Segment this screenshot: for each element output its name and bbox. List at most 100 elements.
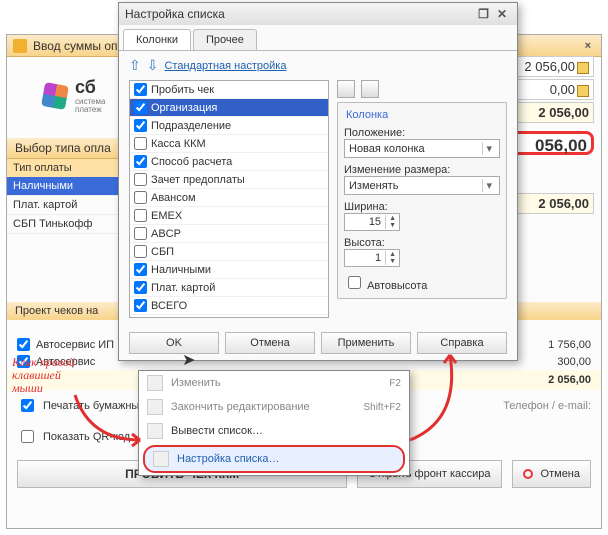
column-item[interactable]: Организация <box>130 99 328 117</box>
chevron-down-icon: ▾ <box>482 179 495 192</box>
column-checkbox[interactable] <box>134 299 147 312</box>
column-item[interactable]: Подразделение <box>130 117 328 135</box>
payment-row-card[interactable]: Плат. картой <box>7 196 127 215</box>
ok-button[interactable]: OK <box>129 332 219 354</box>
column-checkbox[interactable] <box>134 245 147 258</box>
chevron-down-icon: ▾ <box>482 142 495 155</box>
tab-columns[interactable]: Колонки <box>123 29 191 50</box>
dialog-titlebar: Настройка списка ❐ ✕ <box>119 3 517 25</box>
column-label: Пробить чек <box>151 84 214 96</box>
column-item[interactable]: Зачет предоплаты <box>130 171 328 189</box>
annotation-text: Клик правойклавишеймыши <box>12 356 75 396</box>
annotation-arrow-2 <box>400 350 480 450</box>
cancel-icon <box>523 469 533 479</box>
height-label: Высота: <box>344 237 500 249</box>
apply-button[interactable]: Применить <box>321 332 411 354</box>
column-settings-pane: Колонка Положение: Новая колонка▾ Измене… <box>337 80 507 318</box>
arrow-down-icon[interactable]: ⇩ <box>147 57 159 74</box>
menu-edit[interactable]: ИзменитьF2 <box>139 371 409 395</box>
position-select[interactable]: Новая колонка▾ <box>344 139 500 158</box>
paper-check-checkbox[interactable] <box>21 399 34 412</box>
width-input[interactable]: 15▲▼ <box>344 213 400 231</box>
app-icon <box>13 39 27 53</box>
column-item[interactable]: ВСЕГО <box>130 297 328 315</box>
standard-settings-link[interactable]: Стандартная настройка <box>164 60 286 72</box>
column-checkbox[interactable] <box>134 281 147 294</box>
column-item[interactable]: Наличными <box>130 261 328 279</box>
logo-text: сб система платеж <box>75 77 105 114</box>
column-label: Подразделение <box>151 120 231 132</box>
dialog-tabs: Колонки Прочее <box>119 25 517 51</box>
column-item[interactable]: Способ расчета <box>130 153 328 171</box>
context-menu: ИзменитьF2 Закончить редактированиеShift… <box>138 370 410 476</box>
sber-logo-icon <box>41 82 69 110</box>
column-item[interactable]: Касса ККМ <box>130 135 328 153</box>
column-item[interactable]: EMEX <box>130 207 328 225</box>
cancel-button[interactable]: Отмена <box>225 332 315 354</box>
project-check-1[interactable] <box>17 338 30 351</box>
column-label: Авансом <box>151 192 196 204</box>
menu-finish-edit[interactable]: Закончить редактированиеShift+F2 <box>139 395 409 419</box>
column-label: Способ расчета <box>151 156 232 168</box>
position-label: Положение: <box>344 127 500 139</box>
group-title: Колонка <box>344 109 390 121</box>
spin-down-icon[interactable]: ▼ <box>386 258 399 265</box>
close-icon[interactable]: ✕ <box>493 7 511 21</box>
calc-icon[interactable] <box>577 62 589 74</box>
resize-label: Изменение размера: <box>344 164 500 176</box>
column-checkbox[interactable] <box>134 119 147 132</box>
column-group: Колонка Положение: Новая колонка▾ Измене… <box>337 102 507 299</box>
column-checkbox[interactable] <box>134 137 147 150</box>
spin-up-icon[interactable]: ▲ <box>386 215 399 222</box>
spin-up-icon[interactable]: ▲ <box>386 251 399 258</box>
column-label: EMEX <box>151 210 182 222</box>
check-all-icon[interactable] <box>337 80 355 98</box>
tab-other[interactable]: Прочее <box>193 29 257 50</box>
column-checkbox[interactable] <box>134 209 147 222</box>
cancel-button[interactable]: Отмена <box>512 460 591 488</box>
columns-listbox[interactable]: Пробить чек Организация Подразделение Касса… <box>129 80 329 318</box>
payment-types-panel: Выбор типа опла Тип оплаты Наличными Пла… <box>7 138 127 234</box>
arrow-up-icon[interactable]: ⇧ <box>129 57 141 74</box>
column-label: Плат. картой <box>151 282 215 294</box>
payment-row-sbp[interactable]: СБП Тинькофф <box>7 215 127 234</box>
width-label: Ширина: <box>344 201 500 213</box>
payment-row-cash[interactable]: Наличными <box>7 177 127 196</box>
column-checkbox[interactable] <box>134 173 147 186</box>
column-label: ВСЕГО <box>151 300 187 312</box>
menu-list-settings[interactable]: Настройка списка… <box>143 445 405 473</box>
column-checkbox[interactable] <box>134 101 147 114</box>
spin-down-icon[interactable]: ▼ <box>386 222 399 229</box>
column-checkbox[interactable] <box>134 191 147 204</box>
edit-icon <box>147 375 163 391</box>
annotation-arrow-1 <box>70 390 150 450</box>
height-input[interactable]: 1▲▼ <box>344 249 400 267</box>
dialog-title: Настройка списка <box>125 7 225 21</box>
column-label: Наличными <box>151 264 211 276</box>
uncheck-all-icon[interactable] <box>361 80 379 98</box>
column-label: ABCP <box>151 228 181 240</box>
autoheight-checkbox[interactable] <box>348 276 361 289</box>
column-item[interactable]: Плат. картой <box>130 279 328 297</box>
calc-icon[interactable] <box>577 85 589 97</box>
column-label: Зачет предоплаты <box>151 174 245 186</box>
phone-email-label: Телефон / e-mail: <box>503 400 591 412</box>
column-item[interactable]: ABCP <box>130 225 328 243</box>
payment-header: Выбор типа опла <box>7 138 127 159</box>
column-item[interactable]: СБП <box>130 243 328 261</box>
column-label: Касса ККМ <box>151 138 206 150</box>
column-label: Организация <box>151 102 217 114</box>
column-checkbox[interactable] <box>134 83 147 96</box>
qr-checkbox[interactable] <box>21 430 34 443</box>
resize-select[interactable]: Изменять▾ <box>344 176 500 195</box>
column-checkbox[interactable] <box>134 155 147 168</box>
column-checkbox[interactable] <box>134 227 147 240</box>
settings-icon <box>153 451 169 467</box>
column-item[interactable]: Авансом <box>130 189 328 207</box>
dialog-toolbar: ⇧ ⇩ Стандартная настройка <box>119 51 517 80</box>
column-checkbox[interactable] <box>134 263 147 276</box>
column-item[interactable]: Пробить чек <box>130 81 328 99</box>
close-icon[interactable]: × <box>581 40 595 52</box>
restore-icon[interactable]: ❐ <box>474 7 493 21</box>
menu-export-list[interactable]: Вывести список… <box>139 419 409 443</box>
